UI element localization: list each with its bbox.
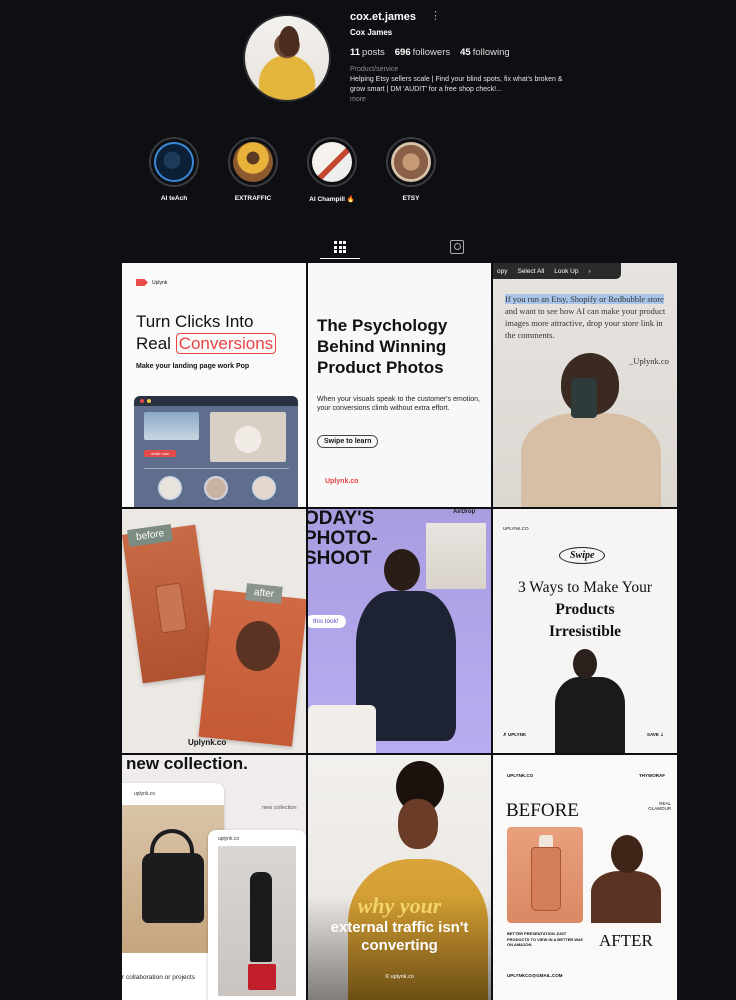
grid-icon[interactable]: [333, 240, 347, 254]
chat-bubble: this look!: [308, 615, 346, 628]
post-new-collection[interactable]: uplynk.co r collaboration or projects ne…: [122, 755, 306, 1000]
woman-in-black-image: [555, 649, 625, 753]
model-image: [218, 846, 296, 996]
chevron-right-icon: ›: [588, 267, 591, 275]
text-selection-menu: opy Select All Look Up ›: [493, 263, 621, 279]
post-title-italic: why your: [357, 893, 442, 918]
post-footer: Uplynk.co: [325, 478, 359, 485]
collection-label: new collection: [262, 805, 297, 811]
highlight-ai-teach[interactable]: AI teAch: [148, 137, 200, 203]
highlight-label: AI Champill 🔥: [309, 196, 355, 203]
post-before-after-amazon[interactable]: UPLYNK.CO THYWORAF BEFORE REAL GLAMOUR B…: [493, 755, 677, 1000]
highlight-label: AI teAch: [160, 195, 188, 202]
profile-bio: Helping Etsy sellers scale | Find your b…: [350, 76, 563, 93]
post-headline: ODAY'S PHOTO- SHOOT: [308, 509, 378, 569]
active-tab-indicator: [320, 258, 360, 259]
side-text: REAL GLAMOUR: [648, 801, 671, 811]
post-footer-right: SAVE ⇣: [647, 732, 664, 737]
post-footer-left: ✗ UPLYNK: [503, 732, 527, 737]
brand-label-right: THYWORAF: [639, 773, 665, 778]
highlight-etsy[interactable]: ETSY: [385, 137, 437, 203]
profile-display-name: Cox James: [350, 28, 393, 37]
more-options-icon[interactable]: ⋮: [430, 9, 441, 22]
thumbnail-image: [308, 705, 376, 753]
post-text: If you run an Etsy, Shopify or Redbubble…: [505, 294, 666, 340]
post-psychology-product-photos[interactable]: The Psychology Behind Winning Product Ph…: [308, 263, 491, 507]
post-before-after-bottle[interactable]: before after Uplynk.co: [122, 509, 306, 753]
followers-stat[interactable]: 696 followers: [395, 47, 450, 58]
post-etsy-shopify-ai[interactable]: opy Select All Look Up › If you run an Etsy…: [493, 263, 677, 507]
woman-image: [587, 835, 665, 923]
post-title: external traffic isn't converting: [330, 919, 469, 954]
post-card: uplynk.co: [208, 830, 306, 1000]
after-heading: AFTER: [599, 931, 653, 950]
before-heading: BEFORE: [506, 800, 579, 821]
profile-tabs: [120, 236, 676, 260]
arrow-logo-icon: [136, 279, 148, 286]
post-title: Turn Clicks Into Real Conversions: [136, 311, 277, 355]
swipe-badge: Swipe: [559, 547, 606, 564]
profile-category: Product/service: [350, 66, 399, 73]
collab-text: r collaboration or projects: [122, 974, 195, 981]
profile-stats: 11 posts 696 followers 45 following: [350, 47, 510, 58]
swipe-pill: Swipe to learn: [317, 435, 379, 448]
post-why-traffic-not-converting[interactable]: why your external traffic isn't convertin…: [308, 755, 491, 1000]
highlight-cover: [312, 142, 352, 182]
highlight-extraffic[interactable]: EXTRAFFIC: [227, 137, 279, 203]
bio-more-link[interactable]: more: [350, 96, 366, 103]
highlight-cover: [391, 142, 431, 182]
post-caption: BETTER PRESENTATION JUST PRODUCTS TO VIE…: [507, 931, 584, 947]
posts-grid: Uplynk Turn Clicks Into Real Conversions…: [122, 263, 677, 1000]
brand-label: UPLYNK.CO: [503, 526, 529, 531]
highlight-cover: [154, 142, 194, 182]
story-highlights: AI teAch EXTRAFFIC AI Champill 🔥 ETSY: [148, 137, 437, 203]
airdrop-label: AirDrop: [453, 509, 476, 515]
post-turn-clicks-into-conversions[interactable]: Uplynk Turn Clicks Into Real Conversions…: [122, 263, 306, 507]
profile-avatar[interactable]: [243, 14, 331, 102]
posts-stat: 11 posts: [350, 47, 385, 58]
brand-logo: Uplynk: [136, 279, 167, 286]
post-todays-photoshoot[interactable]: ODAY'S PHOTO- SHOOT AirDrop this look!: [308, 509, 491, 753]
landing-page-mockup: order now: [134, 396, 298, 507]
post-subtitle: Make your landing page work Pop: [136, 363, 250, 370]
highlight-label: ETSY: [402, 195, 420, 202]
highlight-ai-champill[interactable]: AI Champill 🔥: [306, 137, 358, 203]
post-3-ways-irresistible[interactable]: UPLYNK.CO Swipe 3 Ways to Make Your Prod…: [493, 509, 677, 753]
post-footer: Uplynk.co: [188, 738, 227, 747]
highlight-label: EXTRAFFIC: [234, 195, 272, 202]
profile-username: cox.et.james: [350, 11, 417, 23]
after-tag: after: [245, 583, 283, 604]
post-body: When your visuals speak to the customer'…: [317, 396, 480, 412]
selfie-woman-image: [521, 353, 661, 507]
serum-bottle-image: [507, 827, 583, 923]
contact-email: UPLYNKCO@GMAIL.COM: [507, 973, 563, 978]
post-signature: _Uplynk.co: [629, 356, 669, 366]
post-headline: new collection.: [126, 755, 248, 773]
tagged-icon[interactable]: [450, 240, 464, 254]
following-stat[interactable]: 45 following: [460, 47, 510, 58]
highlight-cover: [233, 142, 273, 182]
brand-label: UPLYNK.CO: [507, 773, 534, 778]
post-signature: © uplynk.co: [385, 974, 414, 980]
post-title: 3 Ways to Make Your Products Irresistibl…: [517, 579, 653, 640]
post-title: The Psychology Behind Winning Product Ph…: [317, 316, 448, 377]
